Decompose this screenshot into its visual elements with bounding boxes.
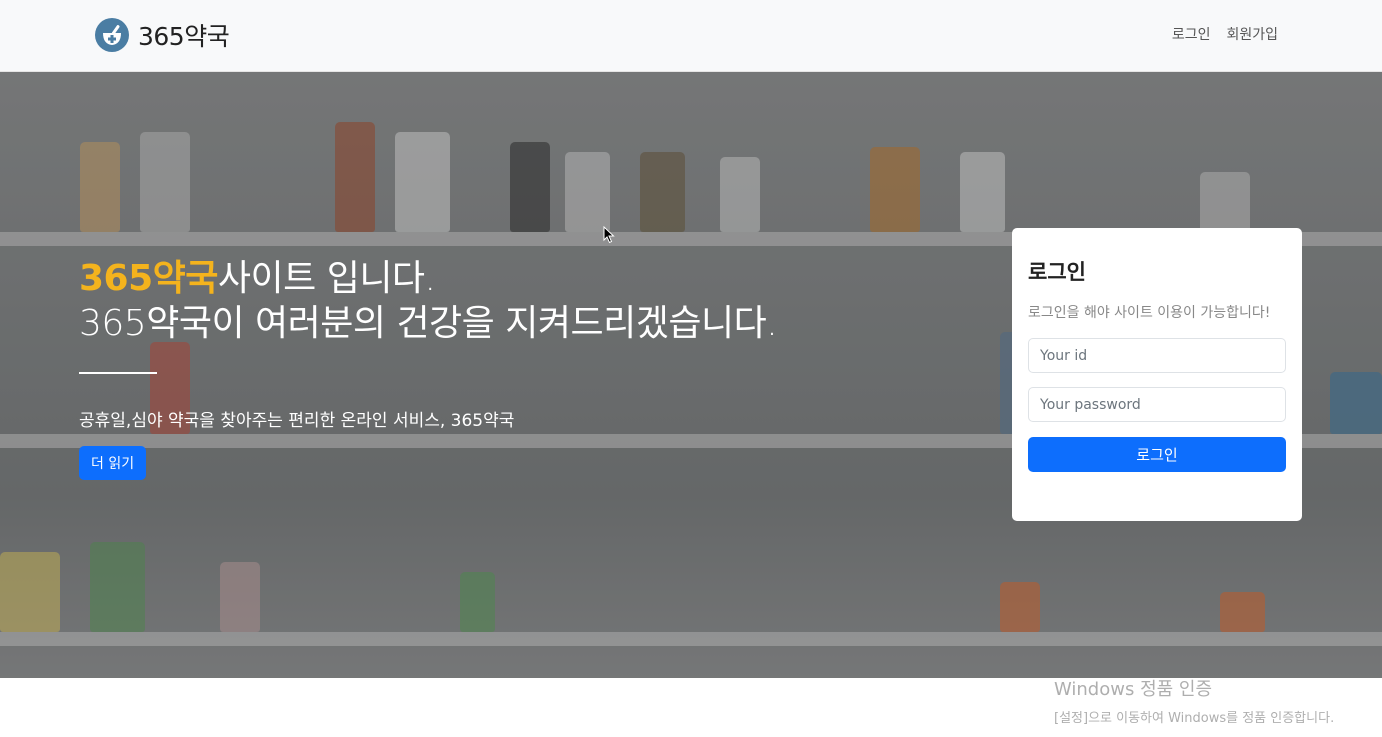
- login-card: 로그인 로그인을 해야 사이트 이용이 가능합니다! 로그인: [1012, 228, 1302, 521]
- login-description: 로그인을 해야 사이트 이용이 가능합니다!: [1028, 305, 1271, 321]
- navbar: 365약국 로그인 회원가입: [0, 0, 1382, 72]
- mouse-cursor-icon: [603, 226, 615, 244]
- nav-signup-link[interactable]: 회원가입: [1226, 24, 1278, 44]
- brand-name: 365약국: [138, 22, 230, 51]
- brand-link[interactable]: 365약국: [95, 17, 230, 53]
- hero-title-rest: 사이트 입니다.: [217, 258, 436, 299]
- nav-links: 로그인 회원가입: [1172, 24, 1278, 44]
- watermark-title: Windows 정품 인증: [1054, 679, 1213, 700]
- windows-activation-watermark: Windows 정품 인증 [설정]으로 이동하여 Windows를 정품 인증…: [1054, 675, 1334, 726]
- pharmacy-mortar-icon: [95, 18, 129, 52]
- nav-login-link[interactable]: 로그인: [1172, 24, 1211, 44]
- hero-divider: [79, 372, 157, 374]
- login-title: 로그인: [1028, 260, 1086, 284]
- hero-title-line2: 365약국이 여러분의 건강을 지켜드리겠습니다.: [79, 303, 778, 344]
- login-submit-button[interactable]: 로그인: [1028, 437, 1286, 472]
- hero-title: 365약국사이트 입니다. 365약국이 여러분의 건강을 지켜드리겠습니다.: [79, 256, 959, 346]
- read-more-button[interactable]: 더 읽기: [79, 446, 147, 480]
- hero-subtitle: 공휴일,심야 약국을 찾아주는 편리한 온라인 서비스, 365약국: [79, 411, 515, 431]
- watermark-subtitle: [설정]으로 이동하여 Windows를 정품 인증합니다.: [1054, 711, 1335, 726]
- password-input[interactable]: [1028, 387, 1286, 422]
- id-input[interactable]: [1028, 338, 1286, 373]
- hero-title-accent: 365약국: [79, 258, 218, 299]
- hero-section: 365약국사이트 입니다. 365약국이 여러분의 건강을 지켜드리겠습니다. …: [0, 72, 1382, 678]
